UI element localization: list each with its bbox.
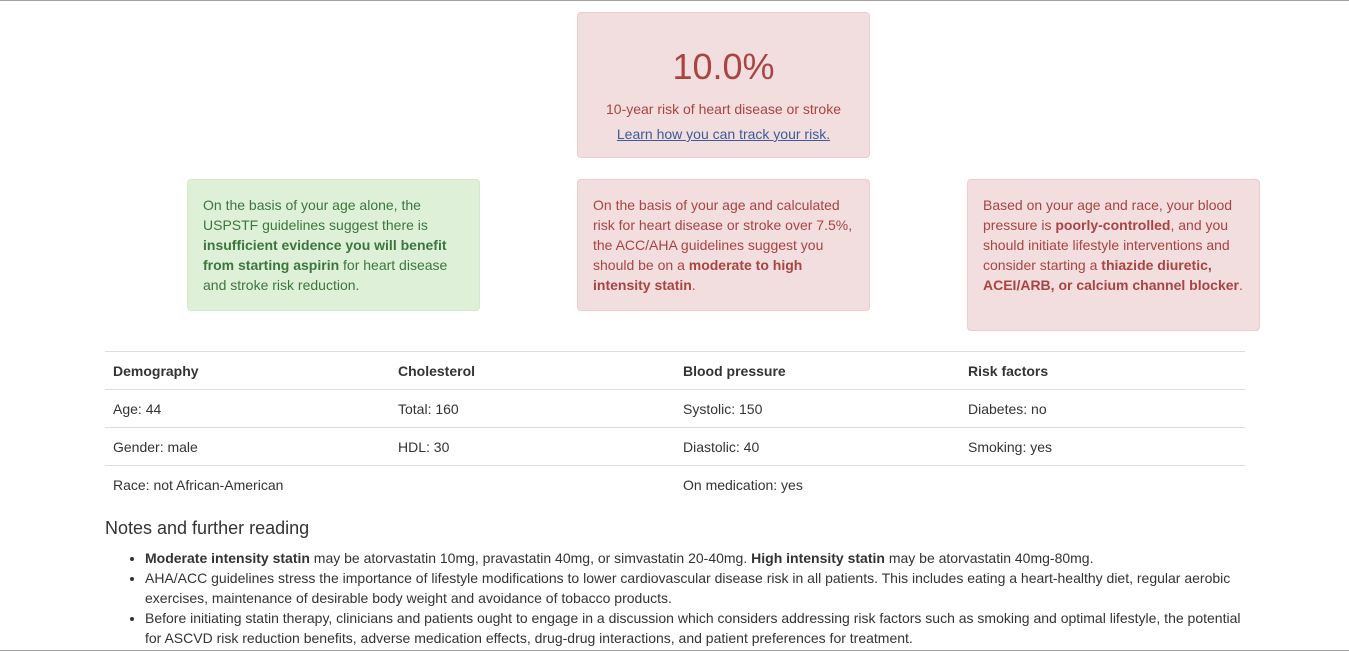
note-bold-high: High intensity statin bbox=[751, 550, 885, 566]
bp-text-post: . bbox=[1238, 277, 1243, 293]
patient-data-table: Demography Cholesterol Blood pressure Ri… bbox=[105, 351, 1245, 503]
table-cell-age: Age: 44 bbox=[113, 400, 162, 417]
table-row: Race: not African-American On medication… bbox=[105, 466, 1245, 503]
blood-pressure-recommendation: Based on your age and race, your blood p… bbox=[967, 179, 1260, 331]
table-row: Age: 44 Total: 160 Systolic: 150 Diabete… bbox=[105, 390, 1245, 428]
table-cell-hdl: HDL: 30 bbox=[398, 438, 450, 455]
header-cholesterol: Cholesterol bbox=[398, 362, 476, 379]
table-header-row: Demography Cholesterol Blood pressure Ri… bbox=[105, 352, 1245, 390]
header-risk-factors: Risk factors bbox=[968, 362, 1049, 379]
track-risk-link[interactable]: Learn how you can track your risk. bbox=[578, 124, 869, 144]
table-cell-on-medication: On medication: yes bbox=[683, 476, 803, 493]
list-item: Before initiating statin therapy, clinic… bbox=[145, 608, 1255, 648]
table-cell-race: Race: not African-American bbox=[113, 476, 284, 493]
table-cell-systolic: Systolic: 150 bbox=[683, 400, 763, 417]
aspirin-text-pre: On the basis of your age alone, the USPS… bbox=[203, 197, 428, 233]
header-blood-pressure: Blood pressure bbox=[683, 362, 786, 379]
table-cell-smoking: Smoking: yes bbox=[968, 438, 1053, 455]
header-demography: Demography bbox=[113, 362, 199, 379]
note-text: may be atorvastatin 10mg, pravastatin 40… bbox=[309, 550, 752, 566]
bp-text-bold-status: poorly-controlled bbox=[1055, 217, 1171, 233]
risk-score-value: 10.0% bbox=[672, 46, 775, 87]
risk-score-panel: 10.0% 10-year risk of heart disease or s… bbox=[577, 12, 870, 158]
table-row: Gender: male HDL: 30 Diastolic: 40 Smoki… bbox=[105, 428, 1245, 466]
statin-text-post: . bbox=[691, 277, 696, 293]
note-text: may be atorvastatin 40mg-80mg. bbox=[884, 550, 1094, 566]
page: 10.0% 10-year risk of heart disease or s… bbox=[0, 0, 1349, 651]
list-item: AHA/ACC guidelines stress the importance… bbox=[145, 568, 1255, 608]
aspirin-recommendation: On the basis of your age alone, the USPS… bbox=[187, 179, 480, 311]
table-cell-diabetes: Diabetes: no bbox=[968, 400, 1047, 417]
table-cell-gender: Gender: male bbox=[113, 438, 198, 455]
notes-list: Moderate intensity statin may be atorvas… bbox=[105, 548, 1255, 648]
table-cell-total-cholesterol: Total: 160 bbox=[398, 400, 459, 417]
note-bold-moderate: Moderate intensity statin bbox=[145, 550, 310, 566]
note-text: AHA/ACC guidelines stress the importance… bbox=[145, 570, 1231, 606]
statin-recommendation: On the basis of your age and calculated … bbox=[577, 179, 870, 311]
table-cell-diastolic: Diastolic: 40 bbox=[683, 438, 760, 455]
note-text: Before initiating statin therapy, clinic… bbox=[145, 610, 1241, 646]
list-item: Moderate intensity statin may be atorvas… bbox=[145, 548, 1255, 568]
notes-title: Notes and further reading bbox=[105, 518, 310, 538]
risk-score-description: 10-year risk of heart disease or stroke bbox=[606, 101, 841, 117]
